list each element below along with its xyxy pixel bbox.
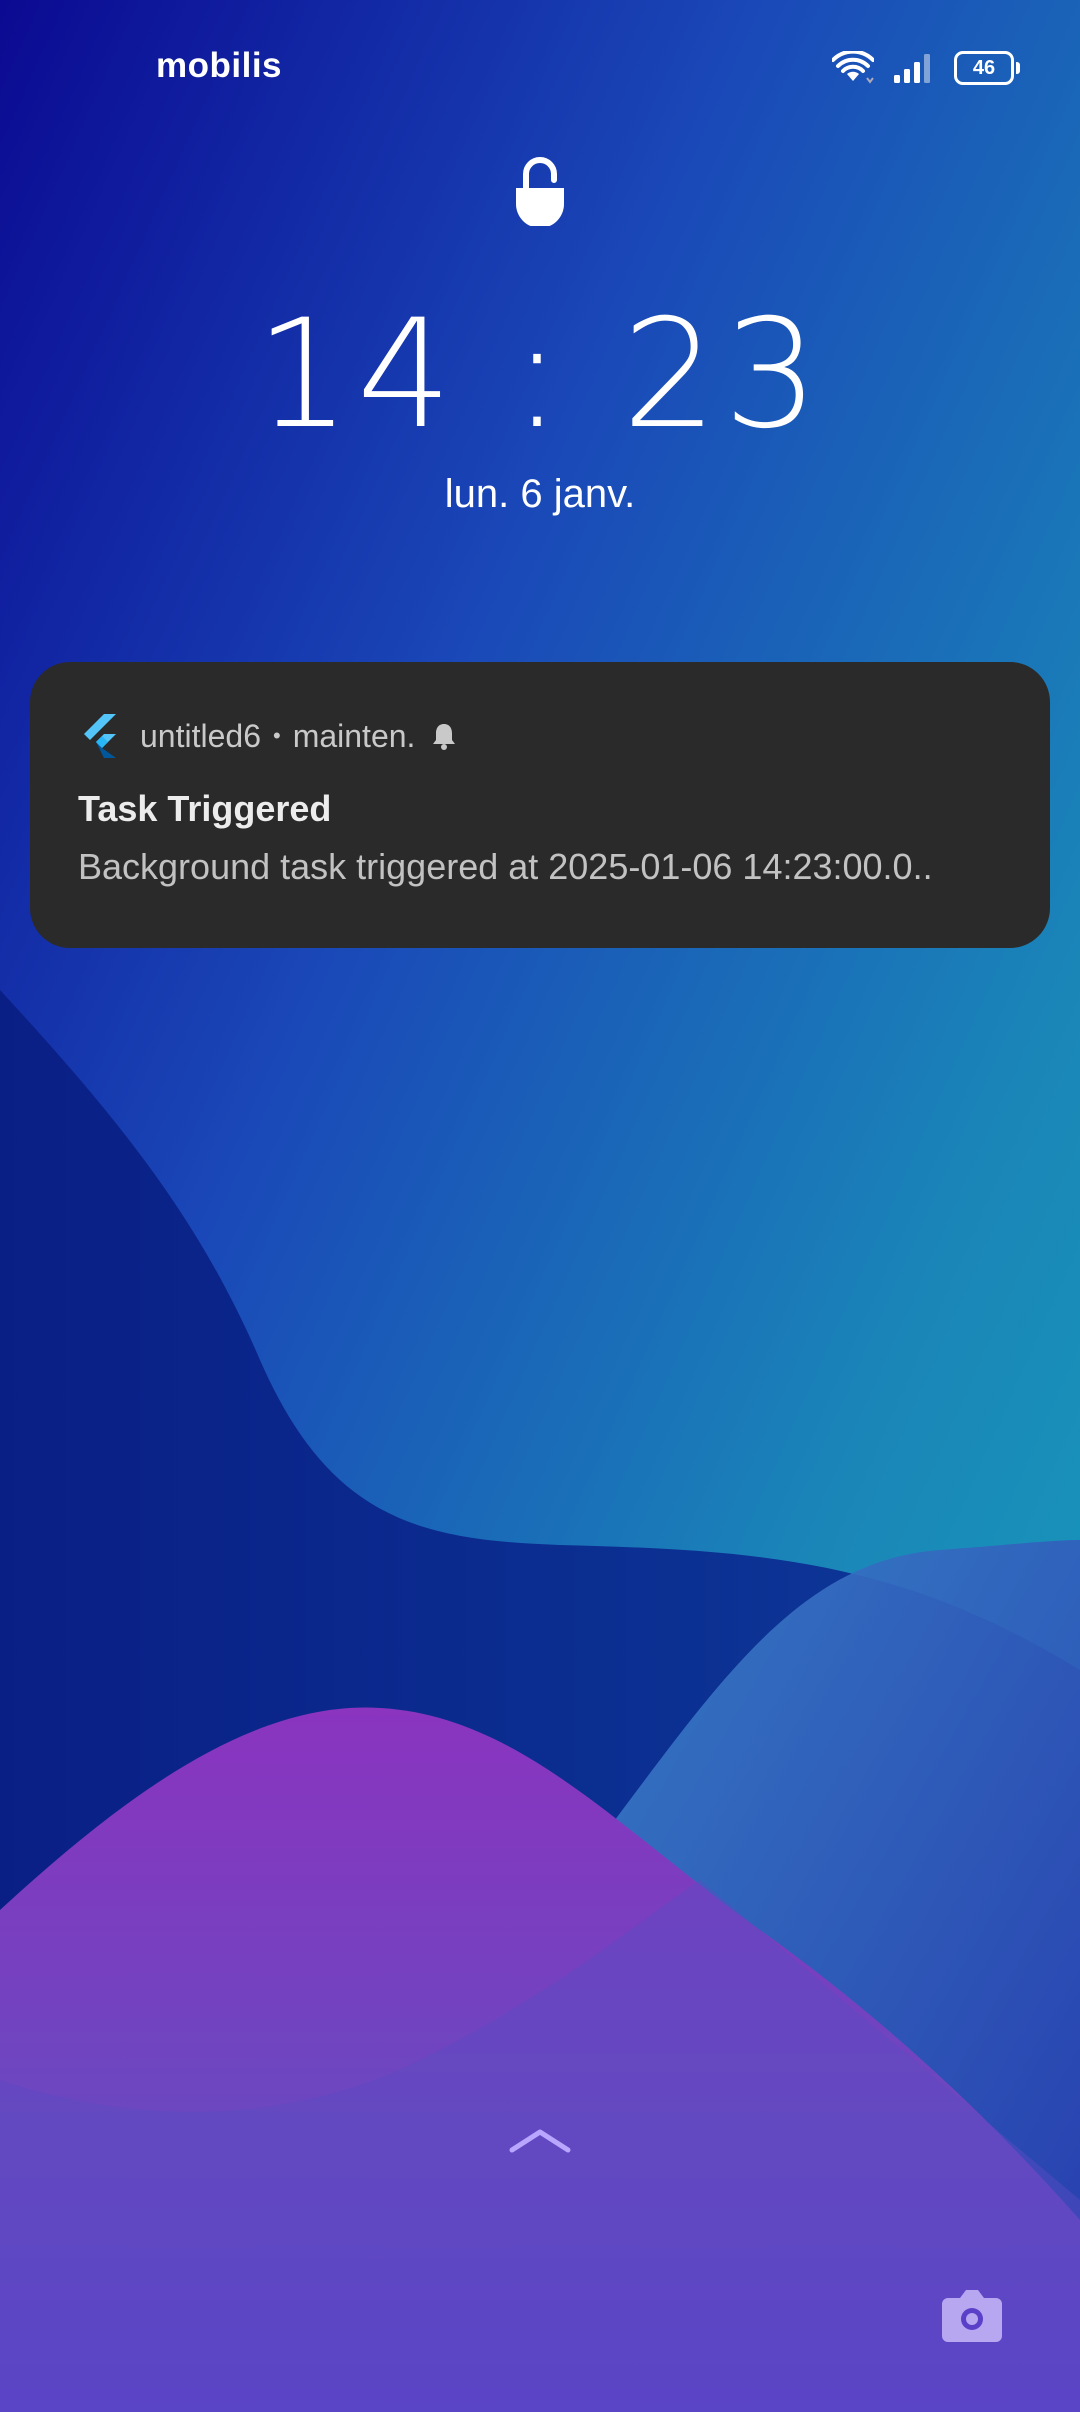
notification-channel: mainten. — [292, 717, 416, 754]
signal-icon — [894, 54, 930, 83]
status-bar: mobilis 46 — [0, 0, 1080, 140]
battery-indicator: 46 — [954, 51, 1020, 85]
lock-screen-date: lun. 6 janv. — [444, 472, 636, 516]
bell-icon — [433, 724, 456, 750]
notification-app-name: untitled6 — [140, 717, 261, 754]
camera-icon[interactable] — [940, 2286, 1004, 2344]
status-icons: 46 — [832, 48, 1020, 88]
notification-card[interactable]: untitled6 • mainten. Task Triggered Back… — [30, 662, 1050, 948]
notification-header: untitled6 • mainten. — [140, 714, 457, 758]
lock-open-icon[interactable] — [512, 156, 568, 226]
flutter-icon — [84, 714, 116, 758]
notification-body: Background task triggered at 2025-01-06 … — [78, 846, 933, 887]
carrier-name: mobilis — [156, 46, 283, 85]
notification-title: Task Triggered — [78, 788, 332, 829]
wifi-icon — [832, 51, 874, 84]
battery-level: 46 — [972, 56, 996, 79]
lock-screen-clock: 14 : 23 — [255, 288, 825, 462]
chevron-up-icon[interactable] — [508, 2124, 572, 2156]
notification-separator: • — [272, 723, 281, 748]
